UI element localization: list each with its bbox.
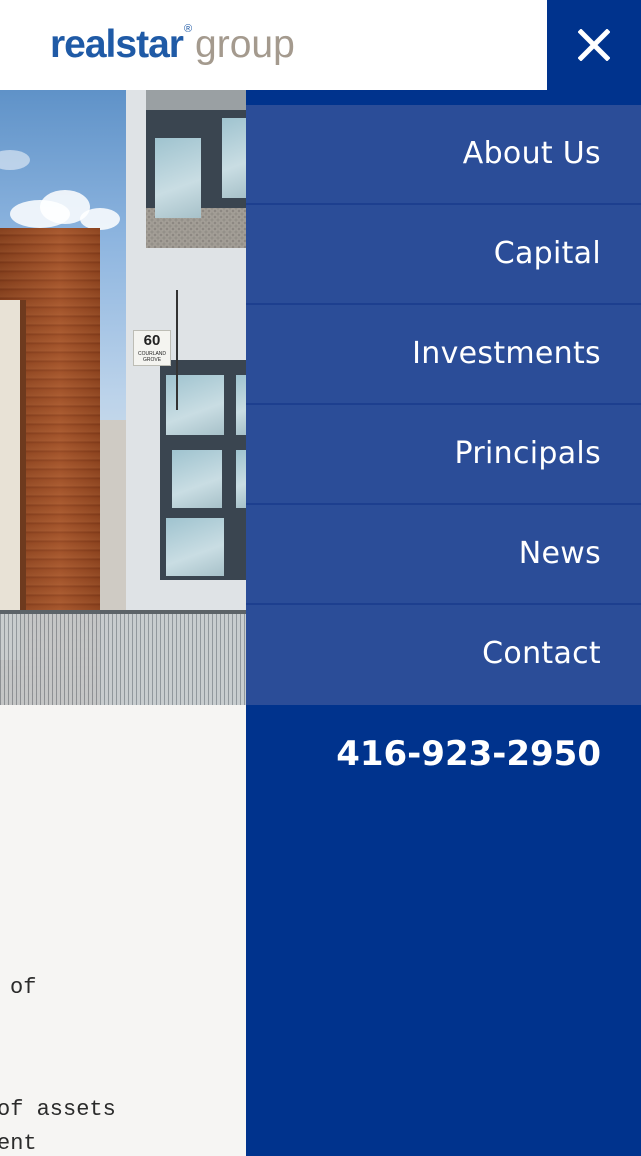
building-street: COURLAND GROVE — [137, 351, 167, 363]
nav-item-label: Contact — [482, 636, 601, 671]
logo-wordmark: realstar — [50, 23, 184, 66]
logo-registered-mark: ® — [183, 23, 193, 35]
nav-item-label: News — [518, 536, 601, 571]
phone-number-link[interactable]: 416-923-2950 — [336, 730, 601, 778]
nav-item-label: Capital — [493, 236, 601, 271]
realstar-logo[interactable]: realstar ® group — [50, 20, 295, 70]
body-text-line: of — [10, 975, 37, 1000]
nav-item-investments[interactable]: Investments — [246, 305, 641, 405]
nav-item-principals[interactable]: Principals — [246, 405, 641, 505]
close-menu-button[interactable] — [547, 0, 641, 90]
body-text-line: of assets — [0, 1097, 116, 1122]
page-body-text: of of assets ent — [0, 705, 246, 1156]
nav-item-contact[interactable]: Contact — [246, 605, 641, 705]
nav-item-label: Principals — [454, 436, 601, 471]
nav-item-capital[interactable]: Capital — [246, 205, 641, 305]
body-text-line: ent — [0, 1131, 37, 1156]
building-number-sign: 60 COURLAND GROVE — [133, 330, 171, 366]
close-icon — [578, 29, 610, 61]
nav-item-label: Investments — [412, 336, 601, 371]
hero-building-photo: 60 COURLAND GROVE — [0, 90, 246, 705]
nav-item-news[interactable]: News — [246, 505, 641, 605]
nav-item-label: About Us — [462, 136, 601, 171]
building-number: 60 — [143, 332, 161, 349]
site-header: realstar ® group — [0, 0, 547, 90]
logo-group-text: group — [195, 23, 295, 66]
nav-item-about-us[interactable]: About Us — [246, 105, 641, 205]
main-nav-menu: About Us Capital Investments Principals … — [246, 90, 641, 1156]
